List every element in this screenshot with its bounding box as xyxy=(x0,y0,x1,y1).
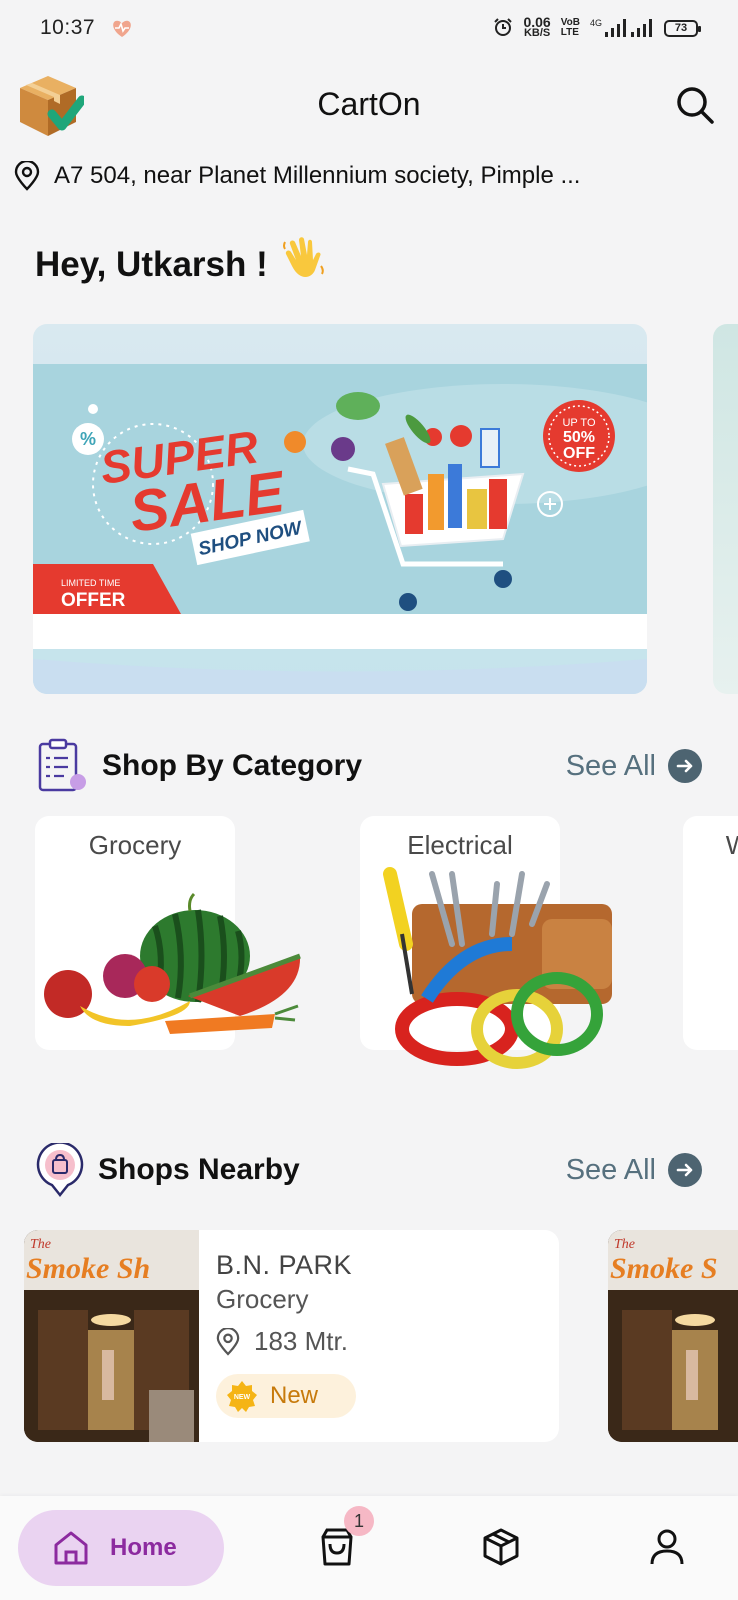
ribbon-small: LIMITED TIME xyxy=(61,578,120,588)
shop-sign: Smoke S xyxy=(610,1252,718,1285)
arrow-right-icon xyxy=(668,1153,702,1187)
nav-cart[interactable]: 1 xyxy=(314,1506,374,1570)
volte-indicator: VoB LTE xyxy=(561,18,580,38)
shop-distance-text: 183 Mtr. xyxy=(254,1326,348,1356)
waving-hand-icon xyxy=(282,236,326,293)
see-all-label: See All xyxy=(565,749,656,782)
new-seal-text: NEW xyxy=(234,1394,251,1401)
shops-see-all[interactable]: See All xyxy=(566,1153,702,1187)
nav-home-label: Home xyxy=(110,1534,177,1561)
shops-section-header: Shops Nearby See All xyxy=(36,1142,702,1198)
greeting: Hey, Utkarsh ! xyxy=(35,236,326,293)
category-section-header: Shop By Category See All xyxy=(36,738,702,794)
clipboard-icon xyxy=(38,738,86,792)
status-bar: 10:37 0.06 KB/S VoB LTE 4G 73 xyxy=(0,0,738,56)
shop-category: Grocery xyxy=(216,1284,309,1314)
category-label: Electrical xyxy=(407,830,513,860)
app-header: CartOn xyxy=(0,66,738,146)
category-label: Grocery xyxy=(88,830,182,860)
cart-badge: 1 xyxy=(344,1506,374,1536)
alarm-icon xyxy=(493,17,513,40)
sale-illustration: % SUPER SALE SHOP NOW LIMITED TIME OFFER xyxy=(33,364,647,694)
promo-banner[interactable]: % SUPER SALE SHOP NOW LIMITED TIME OFFER xyxy=(33,324,647,694)
status-icons: 0.06 KB/S VoB LTE 4G 73 xyxy=(493,15,701,40)
shops-list[interactable]: The Smoke Sh B.N. PARK Grocery 183 Mtr. … xyxy=(0,1230,738,1444)
nav-orders[interactable] xyxy=(478,1524,524,1570)
shop-photo: The Smoke S xyxy=(608,1230,738,1442)
app-title: CartOn xyxy=(317,86,421,122)
category-label: W xyxy=(725,830,738,860)
shops-title: Shops Nearby xyxy=(98,1153,300,1186)
new-seal-icon: NEW xyxy=(227,1381,257,1412)
category-title: Shop By Category xyxy=(102,749,363,782)
battery-icon: 73 xyxy=(664,19,701,37)
shop-sign-small: The xyxy=(614,1237,635,1252)
delivery-address[interactable]: A7 504, near Planet Millennium society, … xyxy=(14,154,724,198)
search-button[interactable] xyxy=(672,82,718,128)
bottom-navigation: Home 1 xyxy=(0,1496,738,1600)
signal-icon: 4G xyxy=(590,18,654,38)
badge-value: 50% xyxy=(563,429,595,446)
location-pin-icon xyxy=(216,1327,240,1356)
percent-badge-left: % xyxy=(80,429,96,449)
arrow-right-icon xyxy=(668,749,702,783)
shop-distance: 183 Mtr. xyxy=(216,1326,348,1357)
promo-banner-next[interactable] xyxy=(713,324,738,694)
badge-top: UP TO xyxy=(562,417,595,429)
new-badge: NEW New xyxy=(216,1374,356,1418)
package-icon xyxy=(483,1528,519,1566)
shop-name: B.N. PARK xyxy=(216,1250,353,1280)
home-icon xyxy=(54,1531,88,1565)
nav-home[interactable]: Home xyxy=(18,1510,224,1586)
ribbon-big: OFFER xyxy=(61,590,126,611)
shop-sign-small: The xyxy=(30,1237,51,1252)
volte-bottom: LTE xyxy=(560,27,579,38)
net-speed-unit: KB/S xyxy=(523,27,551,39)
signal-label: 4G xyxy=(589,18,602,28)
shop-card[interactable]: The Smoke Sh B.N. PARK Grocery 183 Mtr. … xyxy=(24,1230,559,1442)
category-card-partial[interactable]: W xyxy=(683,816,738,1050)
shop-sign: Smoke Sh xyxy=(26,1252,150,1285)
nav-profile[interactable] xyxy=(644,1524,690,1570)
search-icon xyxy=(677,87,714,124)
net-speed: 0.06 KB/S xyxy=(523,15,551,39)
see-all-label: See All xyxy=(565,1153,656,1186)
greeting-text: Hey, Utkarsh ! xyxy=(35,244,268,284)
shop-photo: The Smoke Sh xyxy=(24,1230,199,1442)
category-list[interactable]: Grocery Electrical W xyxy=(0,816,738,1076)
heart-pulse-icon xyxy=(111,18,133,38)
status-time: 10:37 xyxy=(40,16,96,39)
electrical-illustration xyxy=(383,867,612,1069)
categories-see-all[interactable]: See All xyxy=(566,749,702,783)
shop-pin-icon xyxy=(36,1143,84,1197)
address-text: A7 504, near Planet Millennium society, … xyxy=(54,162,581,189)
badge-bottom: OFF xyxy=(563,445,595,462)
user-icon xyxy=(650,1529,684,1565)
new-badge-label: New xyxy=(270,1382,319,1409)
shop-card[interactable]: The Smoke S xyxy=(608,1230,738,1442)
location-pin-icon xyxy=(14,161,40,191)
grocery-illustration xyxy=(44,892,301,1034)
promo-carousel[interactable]: % SUPER SALE SHOP NOW LIMITED TIME OFFER xyxy=(33,324,738,696)
